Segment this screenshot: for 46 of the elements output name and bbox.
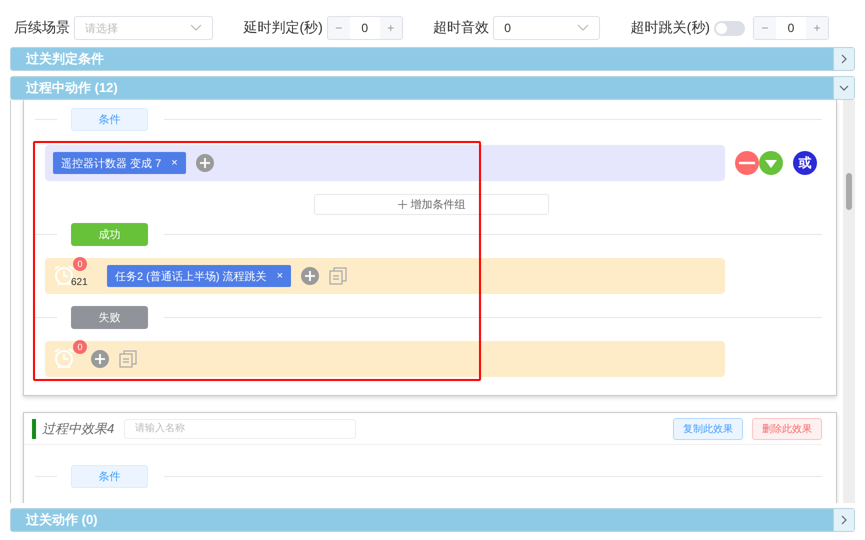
field-label: 延时判定(秒) bbox=[243, 19, 323, 37]
increment-button[interactable]: + bbox=[806, 17, 828, 39]
section-label: 条件 bbox=[71, 465, 148, 488]
section-label: 失败 bbox=[71, 306, 148, 329]
section-label: 成功 bbox=[71, 223, 148, 246]
increment-button[interactable]: + bbox=[380, 17, 402, 39]
alarm-clock-icon bbox=[53, 347, 75, 371]
section-label: 条件 bbox=[71, 108, 148, 131]
number-stepper[interactable]: − 0 + bbox=[752, 16, 829, 40]
select-field[interactable]: 0 bbox=[493, 16, 600, 40]
select-field[interactable]: 请选择 bbox=[74, 16, 213, 40]
field-label: 超时跳关(秒) bbox=[630, 19, 710, 37]
add-group-button[interactable]: 增加条件组 bbox=[314, 194, 549, 215]
caret-icon bbox=[190, 24, 202, 32]
copy-effect-button[interactable]: 复制此效果 bbox=[673, 418, 743, 440]
dropdown-icon[interactable] bbox=[759, 151, 783, 175]
decrement-button[interactable]: − bbox=[754, 17, 776, 39]
condition-tag[interactable]: 遥控器计数器 变成 7 × bbox=[53, 152, 186, 174]
remove-icon[interactable] bbox=[735, 151, 759, 175]
caret-icon bbox=[577, 24, 590, 32]
copy-icon[interactable] bbox=[119, 350, 137, 368]
count-badge: 0 bbox=[73, 340, 87, 354]
number-stepper[interactable]: − 0 + bbox=[326, 16, 403, 40]
decrement-button[interactable]: − bbox=[328, 17, 350, 39]
section-header[interactable]: 过程中动作 (12) bbox=[10, 76, 855, 100]
toggle-switch[interactable] bbox=[714, 20, 745, 36]
section-header[interactable]: 过关判定条件 bbox=[10, 47, 855, 71]
section-header[interactable]: 过关动作 (0) bbox=[10, 508, 855, 532]
name-field[interactable]: 请输入名称 bbox=[124, 418, 356, 438]
field-label: 后续场景 bbox=[14, 19, 70, 37]
delete-effect-button[interactable]: 删除此效果 bbox=[752, 418, 822, 440]
scrollbar[interactable] bbox=[843, 100, 855, 503]
field-label: 超时音效 bbox=[433, 19, 490, 37]
add-icon[interactable] bbox=[301, 267, 319, 285]
condition-tag[interactable]: 任务2 (普通话上半场) 流程跳关 × bbox=[107, 265, 291, 287]
effect-title: 过程中效果4 bbox=[42, 420, 114, 438]
chevron-right-icon bbox=[841, 54, 847, 64]
delay-value: 621 bbox=[71, 277, 88, 288]
count-badge: 0 bbox=[73, 257, 87, 271]
add-icon[interactable] bbox=[91, 350, 109, 368]
add-icon[interactable] bbox=[196, 154, 214, 172]
copy-icon[interactable] bbox=[329, 267, 347, 285]
plus-icon bbox=[398, 200, 406, 209]
chevron-right-icon bbox=[841, 515, 847, 525]
chevron-down-icon bbox=[839, 85, 849, 91]
or-button[interactable]: 或 bbox=[793, 151, 817, 175]
